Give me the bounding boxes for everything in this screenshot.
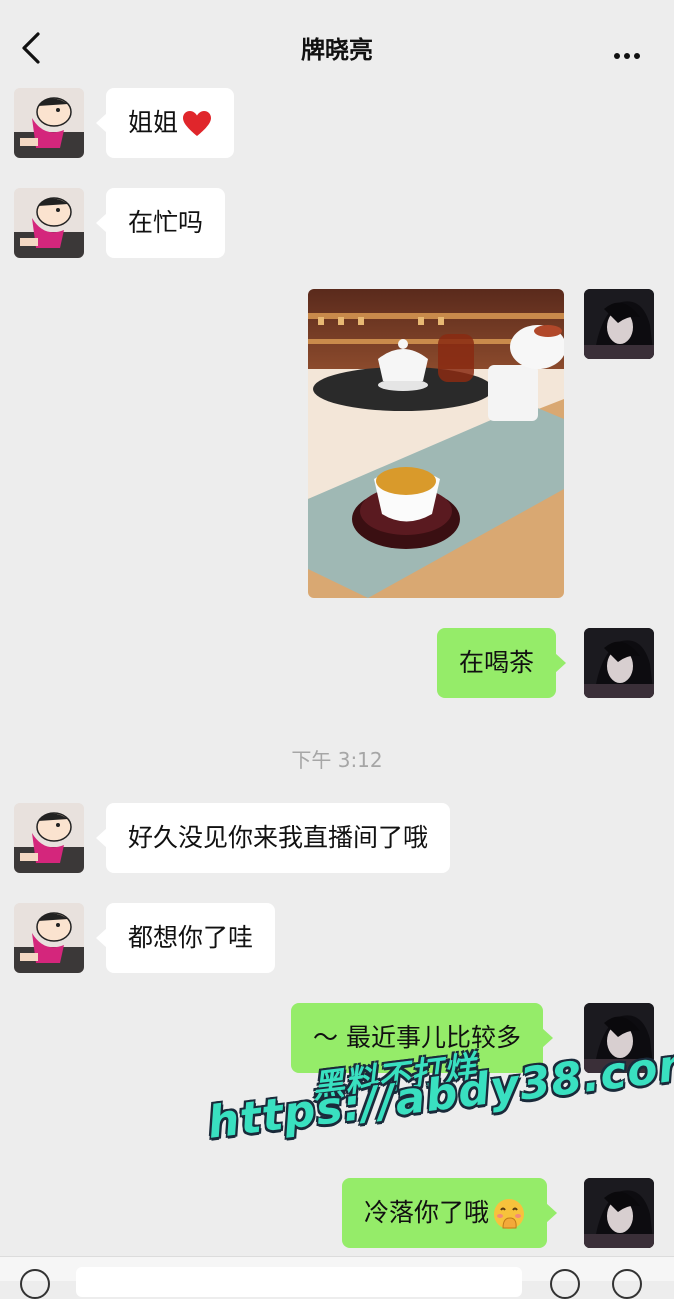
red-heart-emoji [183, 111, 212, 136]
my-avatar[interactable] [584, 289, 654, 359]
message-text: 都想你了哇 [128, 923, 254, 952]
message-text: 在忙吗 [128, 208, 204, 237]
friend-avatar[interactable] [14, 803, 84, 873]
my-avatar[interactable] [584, 1178, 654, 1248]
message-text: ～ 最近事儿比较多 [313, 1023, 521, 1052]
message-text: 冷落你了哦 [364, 1198, 490, 1227]
friend-avatar[interactable] [14, 88, 84, 158]
more-dots-icon[interactable] [614, 44, 646, 59]
message-bubble-outgoing[interactable]: 在喝茶 [437, 628, 567, 698]
friend-avatar[interactable] [14, 188, 84, 258]
message-timestamp: 下午 3:12 [291, 748, 383, 772]
message-text: 好久没见你来我直播间了哦 [128, 823, 429, 852]
message-bubble-incoming[interactable]: 在忙吗 [95, 188, 226, 258]
chat-title: 牌晓亮 [301, 36, 373, 64]
message-input[interactable] [76, 1267, 522, 1297]
friend-avatar[interactable] [14, 903, 84, 973]
tea-photo-message[interactable] [308, 289, 564, 598]
message-bubble-incoming[interactable]: 姐姐 [95, 88, 235, 158]
voice-icon[interactable] [20, 1269, 50, 1299]
input-bar [0, 1256, 674, 1299]
message-bubble-outgoing[interactable]: 冷落你了哦 [342, 1178, 558, 1248]
my-avatar[interactable] [584, 1003, 654, 1073]
my-avatar[interactable] [584, 628, 654, 698]
message-text: 在喝茶 [459, 648, 535, 677]
message-bubble-incoming[interactable]: 好久没见你来我直播间了哦 [95, 803, 451, 873]
message-bubble-incoming[interactable]: 都想你了哇 [95, 903, 276, 973]
plus-icon[interactable] [612, 1269, 642, 1299]
chat-header: 牌晓亮 [0, 0, 674, 96]
message-text: 姐姐 [128, 108, 179, 137]
emoji-icon[interactable] [550, 1269, 580, 1299]
face-with-hand-over-mouth-emoji [494, 1199, 525, 1229]
message-bubble-outgoing[interactable]: ～ 最近事儿比较多 [291, 1003, 553, 1073]
